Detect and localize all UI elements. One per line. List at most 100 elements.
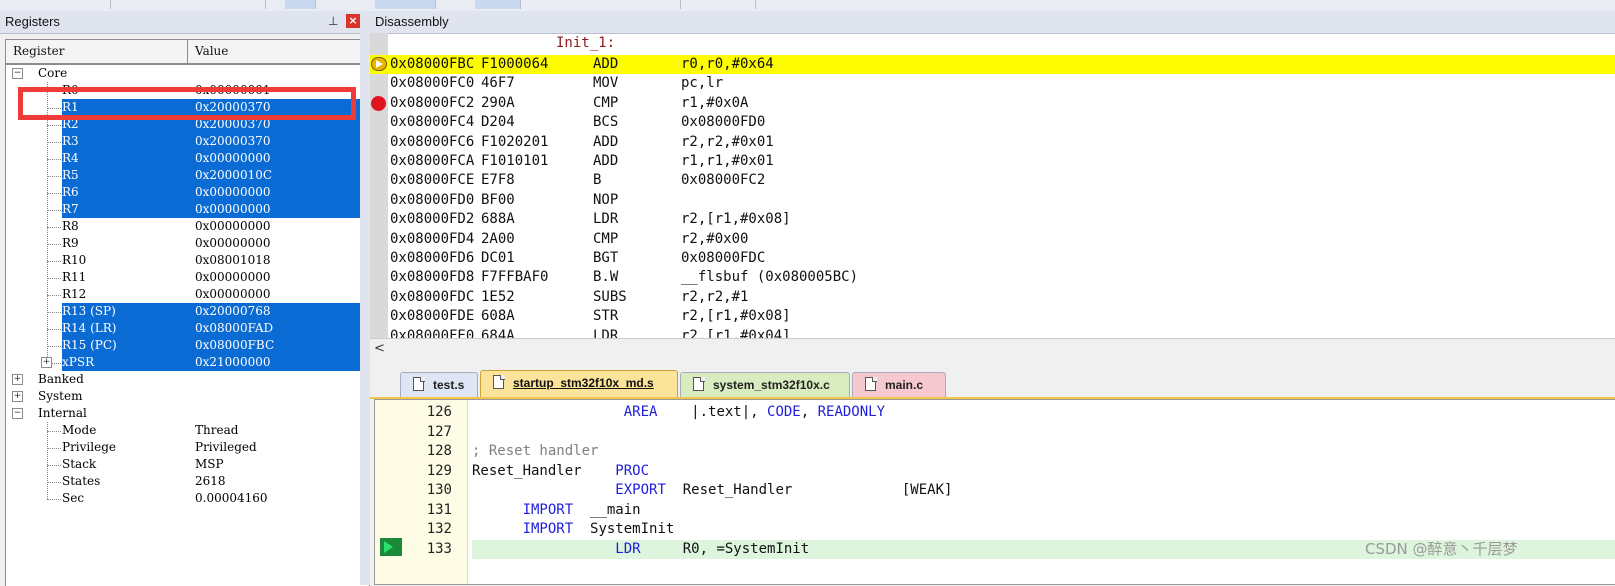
disassembly-line[interactable]: 0x08000FCE E7F8 B 0x08000FC2	[370, 171, 1615, 190]
register-value[interactable]: 0x2000010C	[195, 168, 272, 182]
register-row[interactable]: R9 0x00000000	[6, 235, 369, 252]
register-value[interactable]: 0x00000000	[195, 219, 270, 233]
register-row[interactable]: R14 (LR) 0x08000FAD	[6, 320, 369, 337]
internal-row[interactable]: Sec 0.00004160	[6, 490, 369, 507]
register-value[interactable]: 0x20000768	[195, 304, 270, 318]
editor-tab-main-c[interactable]: main.c	[852, 372, 946, 397]
disassembly-line[interactable]: 0x08000FC6 F1020201 ADD r2,r2,#0x01	[370, 133, 1615, 152]
register-value[interactable]: 0x08001018	[195, 253, 270, 267]
register-row[interactable]: R5 0x2000010C	[6, 167, 369, 184]
column-header-value[interactable]: Value	[195, 44, 228, 58]
toolbar-button[interactable]	[660, 0, 681, 9]
register-row[interactable]: R8 0x00000000	[6, 218, 369, 235]
disassembly-line[interactable]: 0x08000FD8 F7FFBAF0 B.W __flsbuf (0x080005B…	[370, 268, 1615, 287]
editor-line[interactable]: 132 IMPORT SystemInit	[375, 520, 1615, 539]
register-value[interactable]: 0x00000000	[195, 202, 270, 216]
pin-icon[interactable]: ⊥	[328, 14, 338, 28]
internal-value: 0.00004160	[195, 491, 268, 505]
register-value[interactable]: 0x00000000	[195, 270, 270, 284]
register-name: R7	[62, 202, 79, 216]
code-text: IMPORT __main	[472, 502, 641, 518]
editor-line[interactable]: 129 Reset_Handler PROC	[375, 462, 1615, 481]
registers-pane: Registers ⊥ × Register Value − Core R0 0x00…	[0, 11, 370, 586]
register-row[interactable]: R15 (PC) 0x08000FBC	[6, 337, 369, 354]
toolbar-group[interactable]	[30, 0, 111, 9]
toolbar-button[interactable]	[700, 0, 756, 9]
editor-line[interactable]: 130 EXPORT Reset_Handler [WEAK]	[375, 481, 1615, 500]
register-value[interactable]: 0x20000370	[195, 134, 270, 148]
register-row[interactable]: R6 0x00000000	[6, 184, 369, 201]
editor-tab-startup-stm32f10x-md-s[interactable]: startup_stm32f10x_md.s	[480, 370, 678, 397]
register-row[interactable]: R13 (SP) 0x20000768	[6, 303, 369, 320]
disassembly-line[interactable]: 0x08000FD0 BF00 NOP	[370, 191, 1615, 210]
disassembly-line[interactable]: 0x08000FC0 46F7 MOV pc,lr	[370, 74, 1615, 93]
column-header-register[interactable]: Register	[13, 44, 64, 58]
toolbar-button[interactable]	[375, 0, 436, 9]
instruction-mnemonic: BCS	[593, 114, 619, 131]
instruction-opcode: E7F8	[481, 172, 515, 189]
code-keyword: CODE	[767, 404, 801, 420]
register-value[interactable]: 0x00000000	[195, 236, 270, 250]
expand-icon[interactable]: +	[12, 391, 23, 402]
tree-line	[47, 261, 61, 262]
editor-line[interactable]: 128 ; Reset handler	[375, 442, 1615, 461]
register-value[interactable]: 0x08000FAD	[195, 321, 273, 335]
expand-icon[interactable]: +	[41, 357, 52, 368]
instruction-operands: 0x08000FDC	[681, 250, 766, 266]
disassembly-line[interactable]: 0x08000FD6 DC01 BGT 0x08000FDC	[370, 249, 1615, 268]
tree-group-system[interactable]: + System	[6, 388, 369, 405]
expand-icon[interactable]: +	[12, 374, 23, 385]
register-value[interactable]: 0x00000000	[195, 151, 270, 165]
register-value[interactable]: 0x00000000	[195, 287, 270, 301]
disassembly-line[interactable]: 0x08000FD4 2A00 CMP r2,#0x00	[370, 230, 1615, 249]
register-value[interactable]: 0x21000000	[195, 355, 270, 369]
register-row[interactable]: R10 0x08001018	[6, 252, 369, 269]
internal-row[interactable]: Privilege Privileged	[6, 439, 369, 456]
disassembly-line[interactable]: 0x08000FE0 684A LDR r2,[r1,#0x04]	[370, 327, 1615, 338]
editor-line[interactable]: 126 AREA |.text|, CODE, READONLY	[375, 403, 1615, 422]
column-divider[interactable]	[187, 40, 188, 63]
editor-tab-test-s[interactable]: test.s	[400, 372, 478, 397]
disassembly-listing[interactable]: Init_1: 0x08000FBC F1000064 ADD r0,r0,#0x64…	[370, 33, 1615, 338]
instruction-operands: r2,[r1,#0x04]	[681, 327, 791, 338]
disassembly-line[interactable]: 0x08000FDE 608A STR r2,[r1,#0x08]	[370, 307, 1615, 326]
tree-group-core[interactable]: − Core	[6, 65, 369, 82]
editor-line[interactable]: 127	[375, 423, 1615, 442]
editor-line[interactable]: 131 IMPORT __main	[375, 501, 1615, 520]
register-value[interactable]: 0x08000FBC	[195, 338, 274, 352]
toolbar-button[interactable]	[285, 0, 316, 9]
tree-group-internal[interactable]: − Internal	[6, 405, 369, 422]
pane-splitter[interactable]	[360, 11, 370, 585]
register-row[interactable]: R12 0x00000000	[6, 286, 369, 303]
collapse-icon[interactable]: −	[12, 408, 23, 419]
internal-row[interactable]: Mode Thread	[6, 422, 369, 439]
disassembly-line[interactable]: 0x08000FC2 290A CMP r1,#0x0A	[370, 94, 1615, 113]
disassembly-line[interactable]: 0x08000FCA F1010101 ADD r1,r1,#0x01	[370, 152, 1615, 171]
disassembly-line[interactable]: 0x08000FBC F1000064 ADD r0,r0,#0x64	[370, 55, 1615, 74]
tree-line	[47, 142, 61, 143]
register-value[interactable]: 0x00000000	[195, 185, 270, 199]
tree-line	[47, 346, 61, 347]
register-name: R5	[62, 168, 79, 182]
disassembly-line[interactable]: 0x08000FDC 1E52 SUBS r2,r2,#1	[370, 288, 1615, 307]
disassembly-line[interactable]: 0x08000FD2 688A LDR r2,[r1,#0x08]	[370, 210, 1615, 229]
toolbar-group[interactable]	[115, 0, 266, 9]
editor-tab-system-stm32f10x-c[interactable]: system_stm32f10x.c	[680, 372, 850, 397]
collapse-icon[interactable]: −	[12, 68, 23, 79]
breakpoint-icon[interactable]	[371, 95, 386, 111]
scroll-left-icon[interactable]: <	[374, 341, 385, 356]
toolbar-button[interactable]	[475, 0, 521, 9]
register-row[interactable]: + xPSR 0x21000000	[6, 354, 369, 371]
tree-group-banked[interactable]: + Banked	[6, 371, 369, 388]
register-row[interactable]: R11 0x00000000	[6, 269, 369, 286]
register-row[interactable]: R3 0x20000370	[6, 133, 369, 150]
register-row[interactable]: R7 0x00000000	[6, 201, 369, 218]
instruction-operands: r2,[r1,#0x08]	[681, 308, 791, 325]
internal-row[interactable]: Stack MSP	[6, 456, 369, 473]
close-icon[interactable]: ×	[346, 14, 360, 28]
internal-row[interactable]: States 2618	[6, 473, 369, 490]
tab-label: system_stm32f10x.c	[713, 378, 830, 392]
horizontal-scrollbar[interactable]: <	[370, 338, 1615, 361]
register-row[interactable]: R4 0x00000000	[6, 150, 369, 167]
disassembly-line[interactable]: 0x08000FC4 D204 BCS 0x08000FD0	[370, 113, 1615, 132]
